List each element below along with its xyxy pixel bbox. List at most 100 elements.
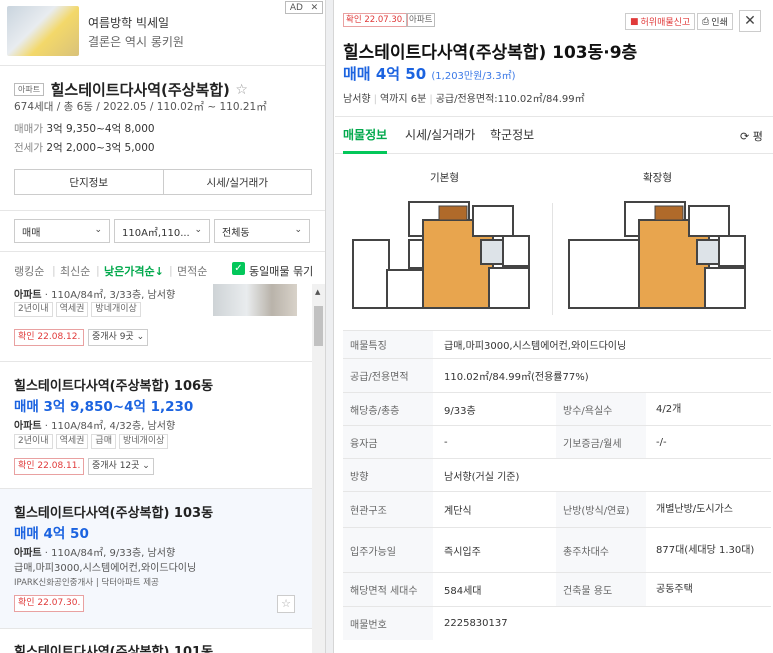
list-item[interactable]: 힐스테이트다사역(주상복합) 106동 매매 3억 9,850~4억 1,230… [0, 362, 312, 489]
listing-list: 아파트 · 110A/84㎡, 3/33층, 남서향 2년이내 역세권 방네개이… [0, 284, 312, 653]
spec-key: 방향 [343, 459, 433, 491]
spec-row: 해당층/총층 9/33층 방수/욕실수 4/2개 [343, 392, 771, 425]
detail-summary: 남서향 | 역까지 6분 | 공급/전용면적:110.02㎡/84.99㎡ [343, 90, 585, 105]
ad-badge[interactable]: AD ✕ [285, 1, 323, 14]
spec-key: 난방(방식/연료) [556, 492, 646, 527]
listing-features: 급매,마피3000,시스템에어컨,와이드다이닝 [14, 563, 197, 574]
unit-toggle-button[interactable]: ⟳ 평 [740, 128, 763, 144]
lease-price-value: 2억 2,000~3억 5,000 [46, 142, 155, 154]
ad-close-icon[interactable]: ✕ [311, 3, 319, 13]
listing-photo[interactable] [213, 284, 297, 316]
sort-low-price[interactable]: 낮은가격순↓ [104, 263, 164, 279]
tag: 2년이내 [14, 302, 53, 317]
complex-header: 아파트 힐스테이트다사역(주상복합) ☆ [14, 79, 314, 100]
complex-type-chip: 아파트 [14, 83, 45, 96]
tag: 2년이내 [14, 434, 53, 449]
report-fake-label: 허위매물신고 [640, 18, 691, 28]
listing-title[interactable]: 힐스테이트다사역(주상복합) 103동 [14, 502, 213, 521]
scroll-up-icon[interactable]: ▲ [315, 288, 320, 296]
spec-value: 개별난방/도시가스 [656, 504, 733, 515]
spec-key: 방수/욕실수 [556, 393, 646, 425]
trade-type-select[interactable]: 매매 ⌄ [14, 219, 110, 243]
sort-area[interactable]: 면적순 [177, 263, 207, 279]
sort-divider: | [96, 264, 100, 277]
detail-price-value: 매매 4억 50 [343, 65, 427, 83]
listing-title[interactable]: 힐스테이트다사역(주상복합) 101동 [14, 641, 213, 653]
sale-price-value: 3억 9,350~4억 8,000 [46, 123, 155, 135]
spec-value: 110.02㎡/84.99㎡(전용률77%) [444, 372, 589, 383]
group-same-checkbox[interactable]: ✓ [232, 262, 245, 275]
complex-price-button[interactable]: 시세/실거래가 [162, 170, 312, 194]
plan-extended-label: 확장형 [643, 172, 672, 184]
sort-divider: | [52, 264, 56, 277]
siren-icon: ■ [630, 16, 639, 27]
spec-key: 건축물 용도 [556, 573, 646, 606]
ad-subtitle[interactable]: 결론은 역시 롱키원 [88, 33, 184, 50]
ad-image[interactable] [7, 6, 79, 56]
area-value: 110A㎡,110... [122, 227, 190, 239]
spec-key: 융자금 [343, 426, 433, 458]
list-item[interactable]: 아파트 · 110A/84㎡, 3/33층, 남서향 2년이내 역세권 방네개이… [0, 284, 312, 362]
spec-row: 공급/전용면적 110.02㎡/84.99㎡(전용률77%) [343, 358, 771, 392]
chevron-down-icon: ⌄ [194, 225, 202, 235]
report-fake-button[interactable]: ■ 허위매물신고 [625, 13, 696, 30]
complex-tab-buttons: 단지정보 시세/실거래가 [14, 169, 312, 195]
sort-latest[interactable]: 최신순 [60, 263, 90, 279]
spec-value: 급매,마피3000,시스템에어컨,와이드다이닝 [444, 341, 627, 352]
spec-row: 매물번호 2225830137 [343, 606, 771, 640]
spec-key: 해당면적 세대수 [343, 573, 433, 606]
tab-price-history[interactable]: 시세/실거래가 [405, 126, 475, 143]
spec-row: 해당면적 세대수 584세대 건축물 용도 공동주택 [343, 572, 771, 606]
listing-scrollbar[interactable]: ▲ [312, 284, 325, 653]
ad-banner[interactable]: 여름방학 빅세일 결론은 역시 롱키원 AD ✕ [0, 0, 325, 66]
complex-info-button[interactable]: 단지정보 [15, 170, 163, 194]
favorite-star-icon[interactable]: ☆ [277, 595, 295, 613]
spec-value: 877대(세대당 1.30대) [656, 544, 755, 556]
brokers-dropdown[interactable]: 중개사 9곳 ⌄ [88, 329, 149, 346]
lease-price-label: 전세가 [14, 142, 43, 154]
close-icon[interactable]: ✕ [739, 10, 761, 32]
spec-key: 해당층/총층 [343, 393, 433, 425]
complex-lease-price: 전세가 2억 2,000~3억 5,000 [14, 140, 155, 155]
tab-school-info[interactable]: 학군정보 [490, 126, 534, 143]
spec-key: 공급/전용면적 [343, 359, 433, 392]
spec-key: 매물특징 [343, 331, 433, 358]
detail-header: 확인 22.07.30. 아파트 ■ 허위매물신고 ⎙ 인쇄 ✕ 힐스테이트다사… [335, 0, 773, 115]
list-item-selected[interactable]: 힐스테이트다사역(주상복합) 103동 매매 4억 50 아파트 · 110A/… [0, 489, 312, 629]
trade-type-value: 매매 [22, 227, 41, 239]
spec-value: 584세대 [444, 586, 482, 597]
brokers-dropdown[interactable]: 중개사 12곳 ⌄ [88, 458, 154, 475]
area-select[interactable]: 110A㎡,110... ⌄ [114, 219, 210, 243]
list-item[interactable]: 힐스테이트다사역(주상복합) 101동 [0, 629, 312, 653]
spec-key: 매물번호 [343, 607, 433, 640]
floor-plan-basic-image[interactable] [351, 200, 531, 312]
spec-key: 입주가능일 [343, 528, 433, 572]
print-icon: ⎙ [702, 16, 710, 27]
ad-title[interactable]: 여름방학 빅세일 [88, 14, 169, 31]
tab-listing-info[interactable]: 매물정보 [343, 126, 387, 143]
spec-row: 현관구조 계단식 난방(방식/연료) 개별난방/도시가스 [343, 491, 771, 527]
sort-ranking[interactable]: 랭킹순 [14, 263, 44, 279]
favorite-star-icon[interactable]: ☆ [235, 82, 248, 98]
listing-agency: IPARK신화공인중개사 | 닥터아파트 제공 [14, 578, 159, 588]
detail-panel: 확인 22.07.30. 아파트 ■ 허위매물신고 ⎙ 인쇄 ✕ 힐스테이트다사… [335, 0, 773, 653]
tag: 방네개이상 [118, 434, 169, 449]
listing-tags: 2년이내 역세권 급매 방네개이상 [14, 434, 171, 449]
listing-title[interactable]: 힐스테이트다사역(주상복합) 106동 [14, 375, 213, 394]
panel-divider[interactable] [326, 0, 334, 653]
floor-plan-extended-image[interactable] [567, 200, 747, 312]
detail-direction: 남서향 [343, 94, 371, 105]
spec-row: 방향 남서향(거실 기준) [343, 458, 771, 491]
chevron-down-icon: ⌄ [94, 225, 102, 235]
dong-select[interactable]: 전체동 ⌄ [214, 219, 310, 243]
detail-station: 역까지 6분 [379, 94, 427, 105]
complex-name[interactable]: 힐스테이트다사역(주상복합) [51, 81, 230, 99]
group-same-label[interactable]: 동일매물 묶기 [249, 263, 313, 279]
scrollbar-thumb[interactable] [314, 306, 323, 346]
complex-sale-price: 매매가 3억 9,350~4억 8,000 [14, 121, 155, 136]
print-button[interactable]: ⎙ 인쇄 [697, 13, 733, 30]
verified-date-badge: 확인 22.08.12. [14, 329, 85, 346]
detail-area: 공급/전용면적:110.02㎡/84.99㎡ [435, 94, 585, 105]
spec-value: -/- [656, 436, 667, 448]
spec-row: 매물특징 급매,마피3000,시스템에어컨,와이드다이닝 [343, 330, 771, 358]
